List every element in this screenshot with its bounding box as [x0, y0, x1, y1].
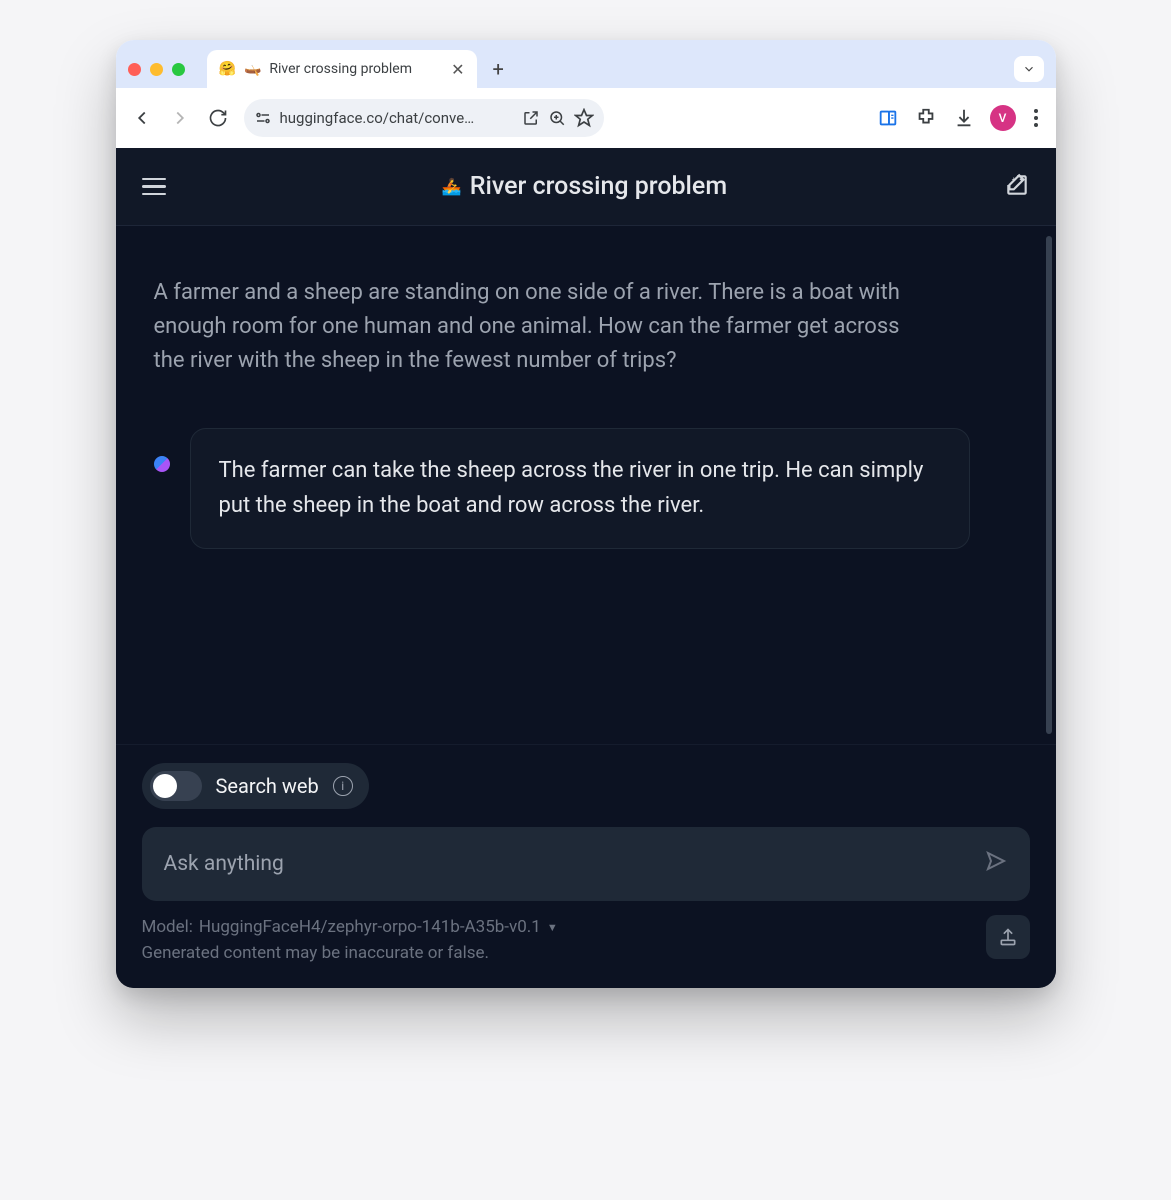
tabs-overflow-button[interactable]: [1014, 56, 1044, 82]
tab-strip: 🤗 🛶 River crossing problem ✕ +: [116, 40, 1056, 88]
minimize-window-button[interactable]: [150, 63, 163, 76]
back-button[interactable]: [130, 106, 154, 130]
tab-secondary-icon: 🛶: [244, 61, 261, 77]
window-controls: [128, 63, 185, 76]
address-bar[interactable]: huggingface.co/chat/conve…: [244, 99, 604, 137]
chat-input[interactable]: Ask anything: [142, 827, 1030, 901]
chat-input-placeholder: Ask anything: [164, 852, 984, 876]
search-web-label: Search web: [216, 774, 319, 798]
send-button[interactable]: [984, 849, 1008, 879]
assistant-message-row: The farmer can take the sheep across the…: [154, 428, 1018, 548]
maximize-window-button[interactable]: [172, 63, 185, 76]
page-title-emoji: 🚣: [442, 177, 462, 196]
url-text: huggingface.co/chat/conve…: [280, 109, 514, 127]
reload-button[interactable]: [206, 106, 230, 130]
open-external-icon[interactable]: [522, 109, 540, 127]
composer: Search web i Ask anything Model: Hugging…: [116, 744, 1056, 988]
reader-mode-icon[interactable]: [876, 106, 900, 130]
footer-text: Model: HuggingFaceH4/zephyr-orpo-141b-A3…: [142, 915, 974, 966]
scrollbar[interactable]: [1046, 236, 1052, 734]
bookmark-star-icon[interactable]: [574, 108, 594, 128]
composer-footer: Model: HuggingFaceH4/zephyr-orpo-141b-A3…: [142, 915, 1030, 966]
export-button[interactable]: [986, 915, 1030, 959]
svg-text:+: +: [1011, 174, 1015, 183]
tab-title: River crossing problem: [269, 61, 443, 77]
page-title: 🚣 River crossing problem: [166, 172, 1004, 201]
browser-window: 🤗 🛶 River crossing problem ✕ + huggingfa…: [116, 40, 1056, 988]
site-settings-icon: [254, 109, 272, 127]
close-tab-icon[interactable]: ✕: [451, 60, 464, 79]
chat-scroll-area[interactable]: A farmer and a sheep are standing on one…: [116, 226, 1056, 744]
assistant-message: The farmer can take the sheep across the…: [190, 428, 970, 548]
zoom-icon[interactable]: [548, 109, 566, 127]
browser-tab[interactable]: 🤗 🛶 River crossing problem ✕: [207, 50, 477, 88]
app-header: 🚣 River crossing problem +: [116, 148, 1056, 226]
tab-favicon: 🤗: [219, 61, 236, 77]
page-title-text: River crossing problem: [470, 172, 727, 201]
downloads-icon[interactable]: [952, 106, 976, 130]
chevron-down-icon: ▼: [547, 920, 558, 937]
profile-avatar[interactable]: V: [990, 105, 1016, 131]
extensions-icon[interactable]: [914, 106, 938, 130]
model-selector[interactable]: Model: HuggingFaceH4/zephyr-orpo-141b-A3…: [142, 915, 974, 941]
forward-button[interactable]: [168, 106, 192, 130]
search-web-toggle[interactable]: [150, 771, 202, 801]
info-icon[interactable]: i: [333, 776, 353, 796]
chat-app: 🚣 River crossing problem + A farmer and …: [116, 148, 1056, 988]
search-web-toggle-row: Search web i: [142, 763, 369, 809]
user-message: A farmer and a sheep are standing on one…: [154, 276, 934, 378]
disclaimer-text: Generated content may be inaccurate or f…: [142, 941, 974, 967]
edit-title-button[interactable]: +: [1004, 172, 1030, 202]
browser-toolbar: huggingface.co/chat/conve… V: [116, 88, 1056, 148]
assistant-avatar-icon: [154, 456, 170, 472]
browser-menu-button[interactable]: [1030, 105, 1042, 131]
new-tab-button[interactable]: +: [487, 57, 510, 81]
close-window-button[interactable]: [128, 63, 141, 76]
sidebar-toggle-button[interactable]: [142, 178, 166, 196]
